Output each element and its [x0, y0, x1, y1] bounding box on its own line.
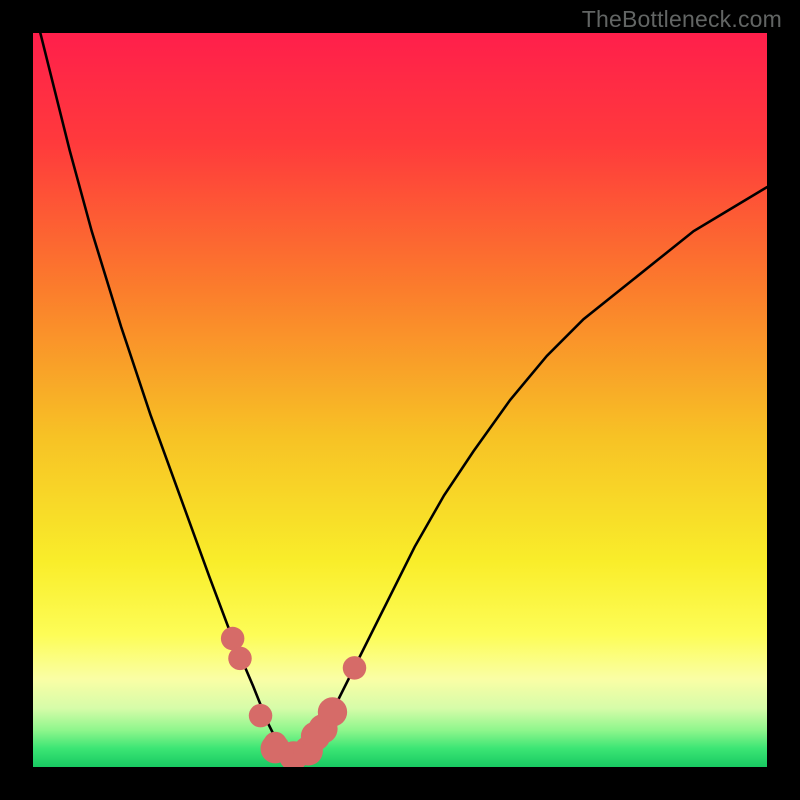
chart-background [33, 33, 767, 767]
data-marker [318, 697, 347, 726]
watermark-text: TheBottleneck.com [582, 6, 782, 33]
data-marker [249, 704, 272, 727]
data-marker [343, 656, 366, 679]
data-marker [228, 647, 251, 670]
bottleneck-chart [33, 33, 767, 767]
